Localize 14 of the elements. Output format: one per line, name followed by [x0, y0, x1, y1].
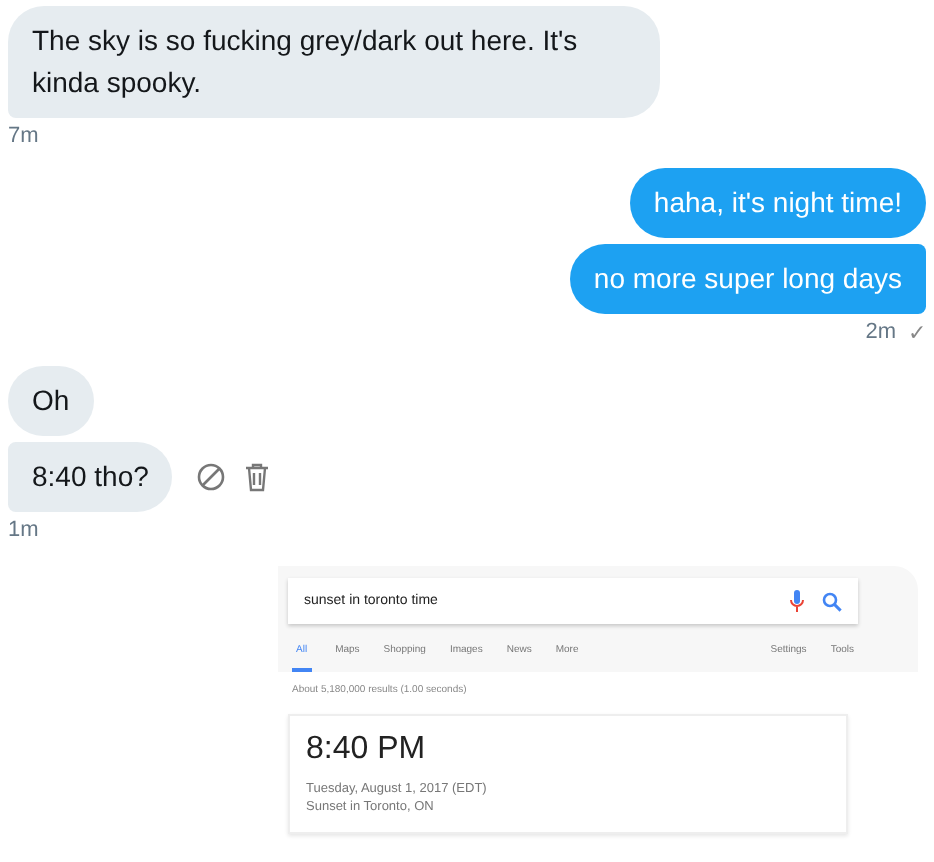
trash-icon[interactable]: [244, 462, 271, 492]
block-icon[interactable]: [196, 462, 227, 492]
message-bubble: 8:40 tho?: [8, 442, 173, 512]
message-bubble: The sky is so fucking grey/dark out here. It's kinda spooky.: [8, 6, 660, 118]
microphone-icon: [790, 590, 804, 612]
message-bubble: Oh: [8, 366, 94, 436]
message-bubble: haha, it's night time!: [629, 168, 926, 238]
timestamp: 2m: [865, 320, 896, 346]
timestamp: 7m: [8, 124, 39, 148]
search-icon: [822, 591, 842, 611]
timestamp: 1m: [8, 518, 39, 542]
read-receipt: ✓: [908, 320, 926, 346]
sunset-time: 8:40 PM: [306, 732, 428, 768]
message-bubble: no more super long days: [569, 244, 926, 314]
